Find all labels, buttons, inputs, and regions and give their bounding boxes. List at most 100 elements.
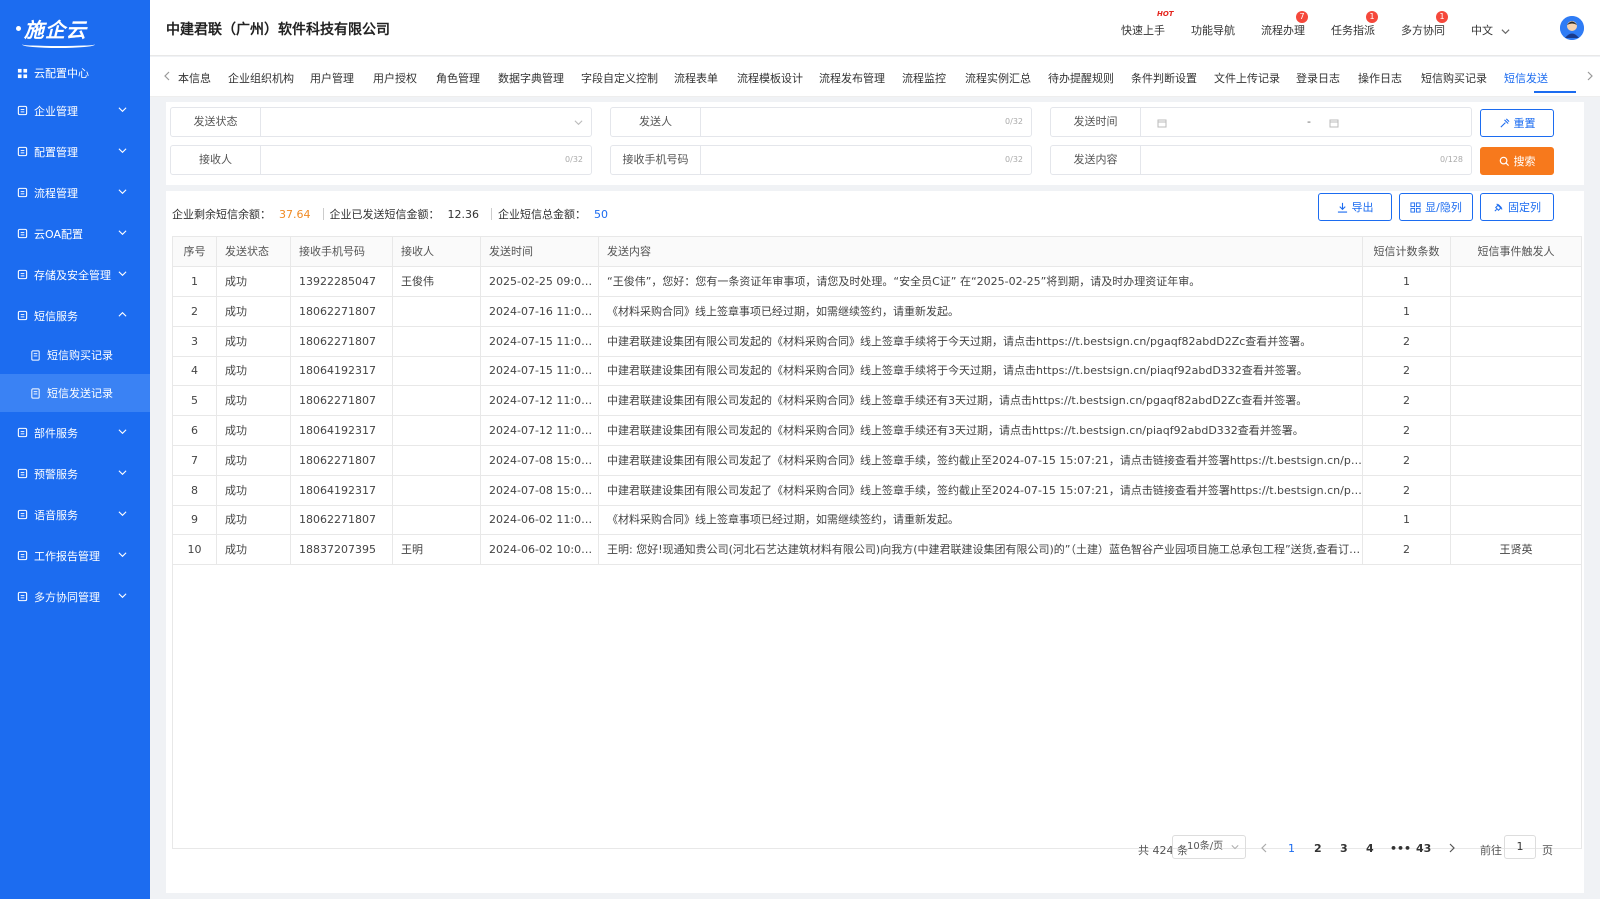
language-select[interactable]: 中文 xyxy=(1471,22,1510,38)
tab-0[interactable]: 本信息 xyxy=(178,70,211,86)
table-row[interactable]: 4 成功 18064192317 2024-07-15 11:00:00 中建君联建设集… xyxy=(173,356,1581,387)
table-row[interactable]: 5 成功 18062271807 2024-07-12 11:00:00 中建君联建设集… xyxy=(173,386,1581,417)
chevron-right-icon[interactable] xyxy=(1586,71,1594,81)
table-cell: 2 xyxy=(1363,386,1451,416)
tab-11[interactable]: 流程实例汇总 xyxy=(965,70,1031,86)
tab-14[interactable]: 文件上传记录 xyxy=(1214,70,1280,86)
tab-4[interactable]: 角色管理 xyxy=(436,70,480,86)
tab-7[interactable]: 流程表单 xyxy=(674,70,718,86)
page-size-select[interactable]: 10条/页 xyxy=(1172,835,1246,859)
table-row[interactable]: 7 成功 18062271807 2024-07-08 15:07:22 中建君联建设集… xyxy=(173,445,1581,476)
tab-18[interactable]: 短信发送 xyxy=(1504,70,1548,86)
table-row[interactable]: 2 成功 18062271807 2024-07-16 11:00:00 《材料采购合同… xyxy=(173,296,1581,327)
page-number[interactable]: 1 xyxy=(1288,842,1295,855)
fix-columns-button[interactable]: 固定列 xyxy=(1480,193,1554,221)
sidebar-item-9[interactable]: 语音服务 xyxy=(0,494,150,535)
tab-17[interactable]: 短信购买记录 xyxy=(1421,70,1487,86)
chevron-down-icon xyxy=(1500,28,1510,34)
reset-button[interactable]: 重置 xyxy=(1480,109,1554,137)
search-button[interactable]: 搜索 xyxy=(1480,147,1554,175)
table-cell: 2024-07-08 15:07:22 xyxy=(481,445,599,475)
table-row[interactable]: 6 成功 18064192317 2024-07-12 11:00:00 中建君联建设集… xyxy=(173,416,1581,446)
table-header-row: 序号 发送状态 接收手机号码 接收人 发送时间 发送内容 短信计数条数 短信事件触发人 xyxy=(173,237,1581,267)
sidebar-item-10[interactable]: 工作报告管理 xyxy=(0,535,150,576)
nav-function-guide[interactable]: 功能导航 xyxy=(1191,22,1235,38)
table-row[interactable]: 1 成功 13922285047 王俊伟 2025-02-25 09:00:... “王俊… xyxy=(173,267,1581,297)
sender-input[interactable]: 0/32 xyxy=(701,108,1031,136)
table-cell xyxy=(393,445,481,475)
table-cell: 9 xyxy=(173,505,217,535)
tab-8[interactable]: 流程模板设计 xyxy=(737,70,803,86)
toggle-columns-button[interactable]: 显/隐列 xyxy=(1399,193,1473,221)
table-cell: 中建君联建设集团有限公司发起的《材料采购合同》线上签章手续还有3天过期，请点击h… xyxy=(599,416,1363,445)
next-page-icon[interactable] xyxy=(1448,843,1456,853)
send-status-select[interactable] xyxy=(261,108,591,136)
goto-page-input[interactable]: 1 xyxy=(1504,835,1536,859)
company-name: 中建君联（广州）软件科技有限公司 xyxy=(166,22,390,38)
sidebar-item-0[interactable]: 云配置中心 xyxy=(0,56,150,90)
table-cell xyxy=(393,416,481,445)
table-row[interactable]: 10 成功 18837207395 王明 2024-06-02 10:02:... 王明:… xyxy=(173,535,1581,566)
sidebar-item-2[interactable]: 配置管理 xyxy=(0,131,150,172)
send-status-label: 发送状态 xyxy=(171,108,261,136)
table-cell xyxy=(393,296,481,326)
tab-5[interactable]: 数据字典管理 xyxy=(498,70,564,86)
sidebar-item-6[interactable]: 短信服务 xyxy=(0,295,150,336)
page-number[interactable]: 4 xyxy=(1366,842,1374,855)
chevron-down-icon xyxy=(118,268,128,278)
table-cell: 王贤英 xyxy=(1499,543,1533,557)
tab-10[interactable]: 流程监控 xyxy=(902,70,946,86)
export-button[interactable]: 导出 xyxy=(1318,193,1392,221)
page-number[interactable]: 3 xyxy=(1340,842,1348,855)
nav-collaboration[interactable]: 多方协同 1 xyxy=(1401,11,1448,38)
nav-quick-start[interactable]: 快速上手 HOT xyxy=(1121,10,1174,38)
tab-13[interactable]: 条件判断设置 xyxy=(1131,70,1197,86)
total-label: 企业短信总金额： xyxy=(498,208,586,221)
table-row[interactable]: 8 成功 18064192317 2024-07-08 15:07:22 中建君联建设集… xyxy=(173,475,1581,506)
collab-badge: 1 xyxy=(1436,11,1448,23)
table-cell: 2024-07-15 11:00:00 xyxy=(481,326,599,356)
tab-2[interactable]: 用户管理 xyxy=(310,70,354,86)
table-cell: 王明 xyxy=(393,535,481,565)
table-cell xyxy=(1451,416,1581,445)
sidebar-item-7[interactable]: 部件服务 xyxy=(0,412,150,453)
nav-process[interactable]: 流程办理 7 xyxy=(1261,11,1308,38)
logo[interactable]: 施企云 xyxy=(0,0,150,56)
table-row[interactable]: 3 成功 18062271807 2024-07-15 11:00:00 中建君联建设集… xyxy=(173,326,1581,357)
sidebar-item-11[interactable]: 多方协同管理 xyxy=(0,576,150,617)
page-number[interactable]: 2 xyxy=(1314,842,1322,855)
sidebar-item-1[interactable]: 企业管理 xyxy=(0,90,150,131)
submenu-item-1[interactable]: 短信发送记录 xyxy=(0,374,150,412)
tab-15[interactable]: 登录日志 xyxy=(1296,70,1340,86)
table-cell: 13922285047 xyxy=(291,267,393,296)
page-number[interactable]: 43 xyxy=(1416,842,1431,855)
tab-3[interactable]: 用户授权 xyxy=(373,70,417,86)
prev-page-icon[interactable] xyxy=(1260,843,1268,853)
tab-12[interactable]: 待办提醒规则 xyxy=(1048,70,1114,86)
sidebar-item-8[interactable]: 预警服务 xyxy=(0,453,150,494)
sidebar-item-4[interactable]: 云OA配置 xyxy=(0,213,150,254)
sidebar-item-3[interactable]: 流程管理 xyxy=(0,172,150,213)
tab-1[interactable]: 企业组织机构 xyxy=(228,70,294,86)
submenu-item-0[interactable]: 短信购买记录 xyxy=(0,336,150,374)
nav-task-assign[interactable]: 任务指派 1 xyxy=(1331,11,1378,38)
receiver-input[interactable]: 0/32 xyxy=(261,146,591,174)
page-number[interactable]: ••• xyxy=(1390,842,1411,855)
avatar[interactable] xyxy=(1560,16,1584,40)
receiver-phone-input[interactable]: 0/32 xyxy=(701,146,1031,174)
chevron-left-icon[interactable] xyxy=(163,71,171,81)
voice-icon xyxy=(16,509,28,521)
sent-value: 12.36 xyxy=(447,207,480,221)
table-cell: 18062271807 xyxy=(291,445,393,475)
doc-icon xyxy=(30,387,41,399)
tab-9[interactable]: 流程发布管理 xyxy=(819,70,885,86)
tab-bar: 本信息 企业组织机构 用户管理 用户授权 角色管理 数据字典管理 字段自定义控制 流程表单 流程… xyxy=(150,57,1600,97)
content-input[interactable]: 0/128 xyxy=(1141,146,1471,174)
send-time-range[interactable]: - xyxy=(1141,108,1471,136)
table-cell xyxy=(1451,356,1581,385)
table-row[interactable]: 9 成功 18062271807 2024-06-02 11:00:00 《材料采购合同… xyxy=(173,505,1581,536)
tab-16[interactable]: 操作日志 xyxy=(1358,70,1402,86)
tab-6[interactable]: 字段自定义控制 xyxy=(581,70,658,86)
chevron-down-icon xyxy=(118,227,128,237)
sidebar-item-5[interactable]: 存储及安全管理 xyxy=(0,254,150,295)
